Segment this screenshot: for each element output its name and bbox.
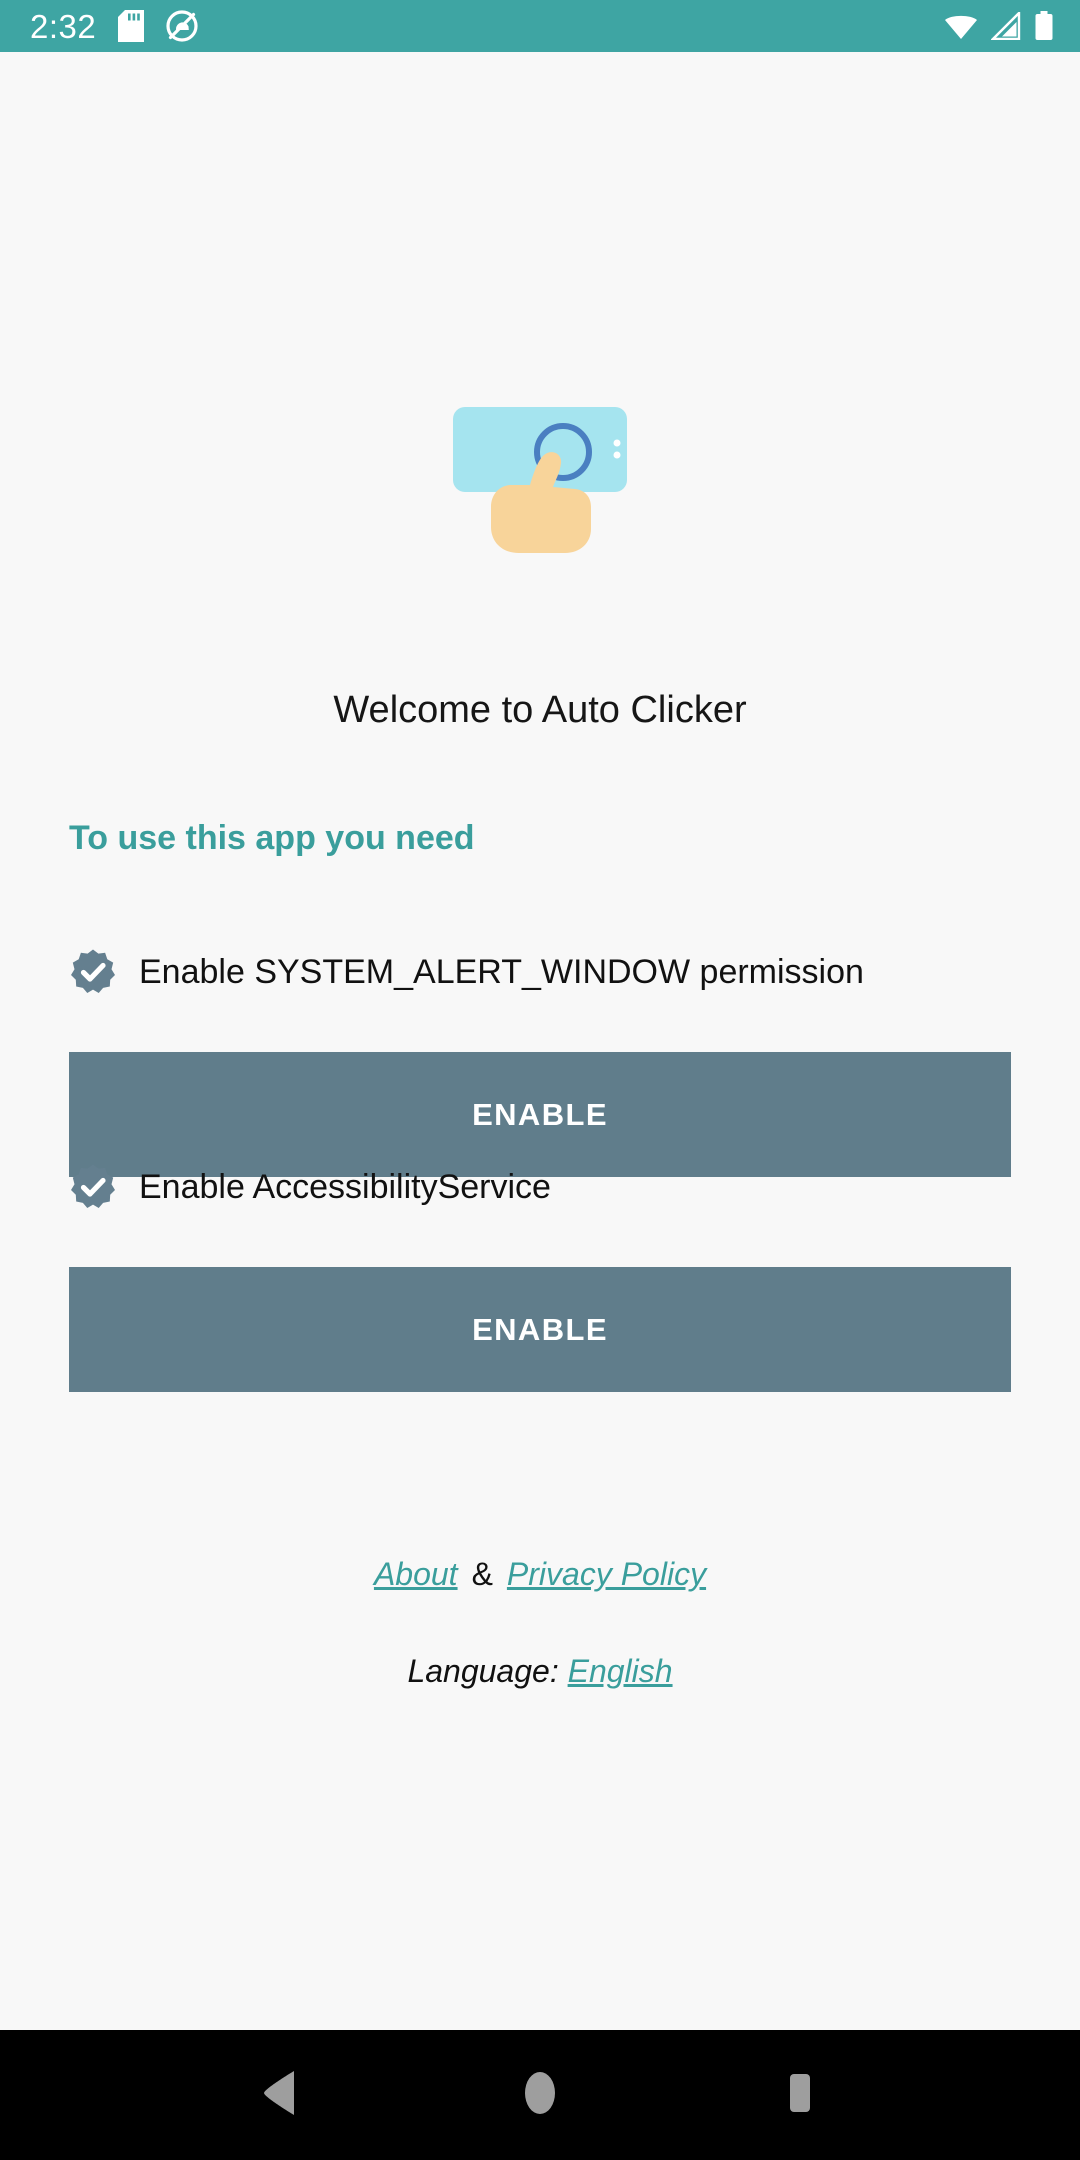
home-circle-icon xyxy=(518,2068,562,2123)
verified-check-badge-icon xyxy=(69,1163,117,1211)
language-value-link[interactable]: English xyxy=(568,1653,673,1689)
sd-card-icon xyxy=(118,10,145,42)
permission-label: Enable SYSTEM_ALERT_WINDOW permission xyxy=(139,952,864,991)
enable-accessibility-service-button[interactable]: ENABLE xyxy=(69,1267,1011,1392)
status-bar: 2:32 xyxy=(0,0,1080,52)
auto-clicker-hand-tap-icon xyxy=(0,397,1080,587)
enable-system-alert-window-button[interactable]: ENABLE xyxy=(69,1052,1011,1177)
main-content: Welcome to Auto Clicker To use this app … xyxy=(0,52,1080,2030)
language-row: Language: English xyxy=(0,1652,1080,1690)
links-separator: & xyxy=(471,1556,493,1592)
language-label: Language: xyxy=(407,1653,559,1689)
privacy-policy-link[interactable]: Privacy Policy xyxy=(507,1556,706,1592)
about-link[interactable]: About xyxy=(374,1556,458,1592)
permission-row-accessibility-service: Enable AccessibilityService xyxy=(69,1163,551,1211)
status-bar-clock: 2:32 xyxy=(30,7,97,45)
back-triangle-icon xyxy=(258,2069,302,2122)
data-saver-icon xyxy=(166,10,198,42)
footer-links: About & Privacy Policy xyxy=(0,1555,1080,1593)
recents-button[interactable] xyxy=(740,2035,860,2155)
wifi-icon xyxy=(944,12,978,40)
android-navigation-bar xyxy=(0,2030,1080,2160)
cellular-signal-icon xyxy=(991,12,1021,40)
battery-icon xyxy=(1034,11,1054,41)
permission-row-system-alert-window: Enable SYSTEM_ALERT_WINDOW permission xyxy=(69,948,864,996)
recents-square-icon xyxy=(778,2069,822,2122)
status-bar-right xyxy=(944,11,1054,41)
home-button[interactable] xyxy=(480,2035,600,2155)
back-button[interactable] xyxy=(220,2035,340,2155)
status-bar-left: 2:32 xyxy=(30,10,198,43)
permission-label: Enable AccessibilityService xyxy=(139,1167,551,1206)
page-title: Welcome to Auto Clicker xyxy=(333,689,747,731)
android-screen: 2:32 Welcome to Auto Clicker To use this… xyxy=(0,0,1080,2160)
verified-check-badge-icon xyxy=(69,948,117,996)
section-heading: To use this app you need xyxy=(69,819,475,857)
